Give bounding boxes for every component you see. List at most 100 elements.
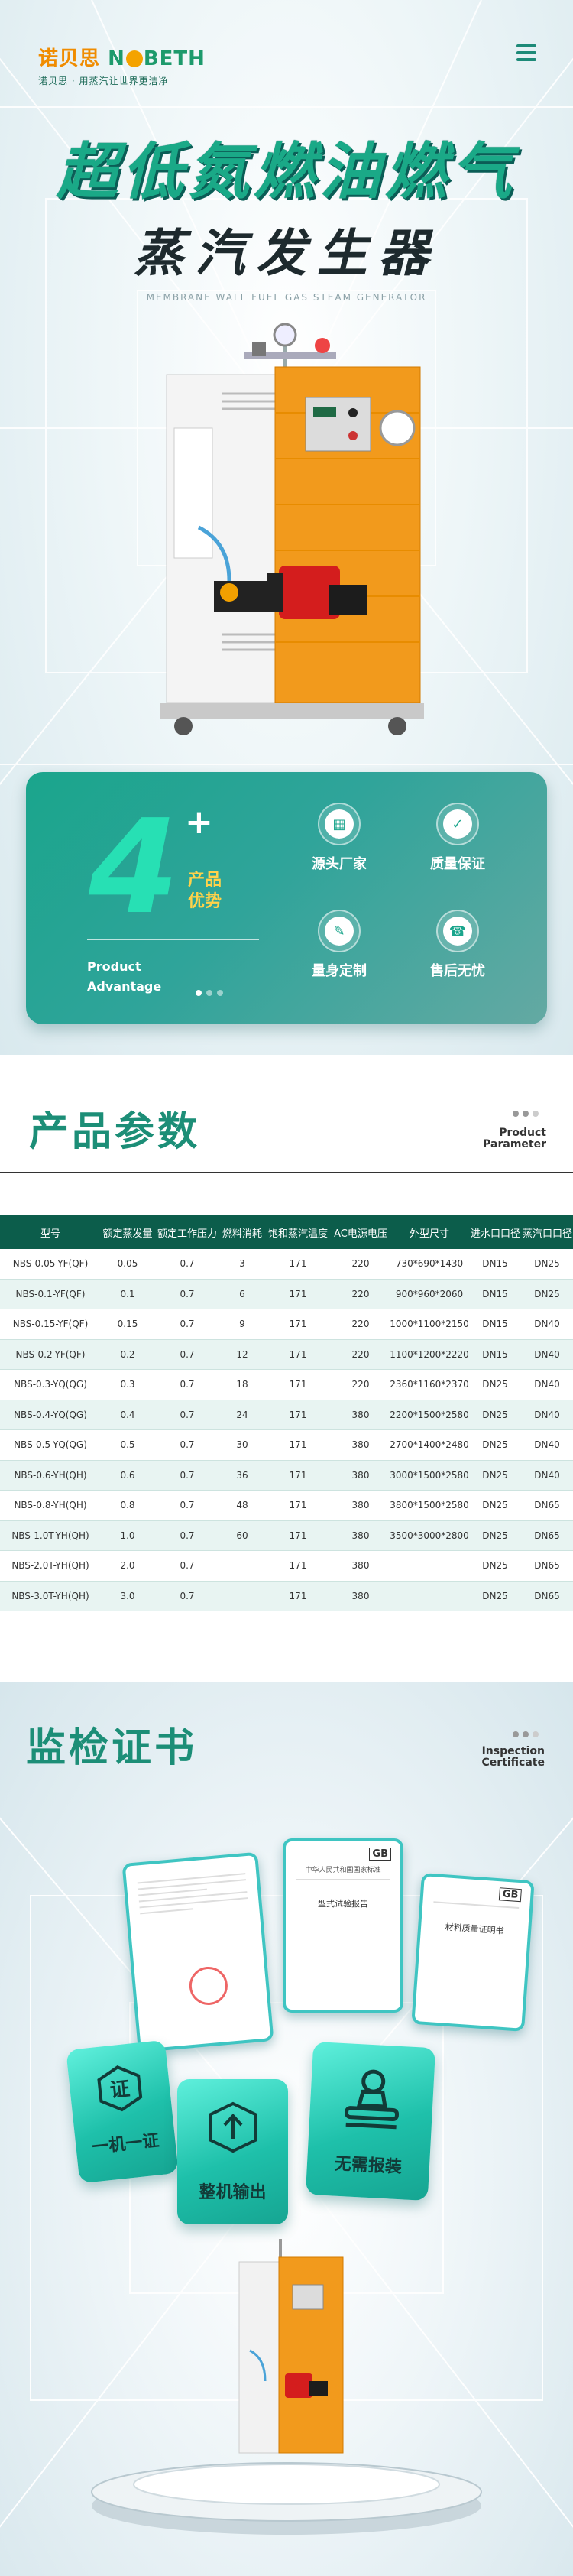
logo-cn: 诺贝思	[38, 47, 101, 70]
table-cell: DN25	[469, 1460, 521, 1491]
table-cell	[220, 1550, 264, 1582]
table-cell: 0.7	[154, 1429, 220, 1461]
table-cell: 171	[264, 1279, 332, 1309]
table-header-cell: AC电源电压	[332, 1215, 390, 1249]
table-cell: 0.7	[154, 1520, 220, 1551]
table-cell: 2.0	[101, 1550, 154, 1582]
table-cell	[390, 1581, 469, 1611]
table-cell: DN25	[469, 1429, 521, 1461]
table-cell: DN40	[521, 1309, 573, 1340]
table-header-cell: 饱和蒸汽温度	[264, 1215, 332, 1249]
table-cell: 24	[220, 1400, 264, 1430]
certificate-section: 监检证书 Inspection Certificate GB 中华人民共和国国家…	[0, 1682, 573, 2576]
package-box-icon	[209, 2101, 257, 2153]
table-cell: 220	[332, 1339, 390, 1370]
page: 诺贝思 N BETH 诺贝思 · 用蒸汽让世界更洁净 超低氮燃油燃气 蒸汽发生器 …	[0, 0, 573, 2576]
table-cell: 2200*1500*2580	[390, 1400, 469, 1430]
table-cell: 171	[264, 1460, 332, 1491]
table-cell: 0.7	[154, 1279, 220, 1309]
table-cell: NBS-1.0T-YH(QH)	[0, 1520, 101, 1551]
table-cell: 0.8	[101, 1490, 154, 1521]
table-cell: NBS-0.15-YF(QF)	[0, 1309, 101, 1340]
service-icon: ☎	[436, 910, 479, 952]
certificate-icon: 证	[97, 2065, 143, 2112]
table-header-cell: 额定蒸发量	[101, 1215, 154, 1249]
table-cell: 3	[220, 1249, 264, 1280]
carousel-dot[interactable]	[217, 990, 223, 996]
table-cell: 0.4	[101, 1400, 154, 1430]
section-dots	[509, 1105, 539, 1120]
certificate-document[interactable]	[121, 1851, 274, 2053]
table-cell: 171	[264, 1581, 332, 1611]
table-cell: 0.2	[101, 1339, 154, 1370]
hamburger-icon[interactable]	[516, 44, 536, 61]
table-cell	[390, 1550, 469, 1582]
table-header-cell: 型号	[0, 1215, 101, 1249]
cert-tile: 无需报装	[305, 2041, 436, 2201]
table-cell: 0.05	[101, 1249, 154, 1280]
table-cell: DN25	[521, 1249, 573, 1280]
table-cell: 0.7	[154, 1249, 220, 1280]
table-cell: NBS-0.2-YF(QF)	[0, 1339, 101, 1370]
table-cell: DN65	[521, 1581, 573, 1611]
table-row: NBS-0.2-YF(QF) 0.2 0.7 12 171 220 1100*1200*22…	[0, 1339, 573, 1370]
table-cell: 1100*1200*2220	[390, 1339, 469, 1370]
carousel-dot[interactable]	[206, 990, 212, 996]
table-row: NBS-0.05-YF(QF) 0.05 0.7 3 171 220 730*690*143…	[0, 1249, 573, 1280]
gb-mark: GB	[369, 1848, 391, 1861]
carousel-dot[interactable]	[196, 990, 202, 996]
advantage-item-label: 源头厂家	[312, 856, 367, 872]
certificate-document[interactable]: GB 中华人民共和国国家标准 型式试验报告	[283, 1838, 403, 2013]
doc-header: 中华人民共和国国家标准	[305, 1867, 381, 1874]
certificate-document[interactable]: GB 材料质量证明书	[411, 1873, 535, 2032]
table-cell: 3800*1500*2580	[390, 1490, 469, 1521]
table-row: NBS-1.0T-YH(QH) 1.0 0.7 60 171 380 3500*3000*2…	[0, 1520, 573, 1551]
table-cell: NBS-0.5-YQ(QG)	[0, 1429, 101, 1461]
carousel-dots[interactable]	[196, 985, 228, 999]
gb-mark: GB	[499, 1887, 522, 1903]
table-cell: 730*690*1430	[390, 1249, 469, 1280]
table-cell: NBS-2.0T-YH(QH)	[0, 1550, 101, 1582]
table-cell: DN40	[521, 1429, 573, 1461]
table-cell: 171	[264, 1339, 332, 1370]
table-row: NBS-3.0T-YH(QH) 3.0 0.7 171 380 DN25 DN65	[0, 1581, 573, 1611]
certs-en-line2: Certificate	[481, 1757, 545, 1769]
advantage-en-line1: Product	[87, 959, 141, 974]
doc-title: 材料质量证明书	[445, 1922, 504, 1936]
brand-logo[interactable]: 诺贝思 N BETH 诺贝思 · 用蒸汽让世界更洁净	[38, 43, 206, 87]
red-seal-icon	[187, 1964, 229, 2007]
table-cell: 220	[332, 1249, 390, 1280]
table-cell: 171	[264, 1550, 332, 1582]
table-cell: 171	[264, 1520, 332, 1551]
table-row: NBS-0.4-YQ(QG) 0.4 0.7 24 171 380 2200*1500*25…	[0, 1400, 573, 1430]
table-cell: DN40	[521, 1339, 573, 1370]
table-cell: DN40	[521, 1369, 573, 1400]
table-cell: 12	[220, 1339, 264, 1370]
table-cell: DN15	[469, 1279, 521, 1309]
table-cell: 0.7	[154, 1339, 220, 1370]
table-cell: DN15	[469, 1249, 521, 1280]
logo-o-mark-icon	[125, 50, 143, 67]
section-divider	[0, 1172, 573, 1173]
table-cell: 3.0	[101, 1581, 154, 1611]
steam-generator-small-image	[238, 2239, 344, 2454]
hero-subtitle-en: MEMBRANE WALL FUEL GAS STEAM GENERATOR	[146, 292, 427, 303]
table-header-cell: 燃料消耗	[220, 1215, 264, 1249]
params-table: 型号 额定蒸发量 额定工作压力 燃料消耗 饱和蒸汽温度 AC电源电压 外型尺寸 进水口口径 蒸汽…	[0, 1215, 573, 1611]
table-cell: DN65	[521, 1520, 573, 1551]
certs-en-line1: Inspection	[481, 1745, 545, 1757]
table-cell: NBS-0.05-YF(QF)	[0, 1249, 101, 1280]
certs-title-en: Inspection Certificate	[458, 1746, 545, 1769]
table-cell: 0.7	[154, 1309, 220, 1340]
cert-tile: 证 一机一证	[66, 2039, 179, 2184]
table-cell: DN25	[469, 1520, 521, 1551]
table-cell: 0.3	[101, 1369, 154, 1400]
table-cell: DN40	[521, 1400, 573, 1430]
brand-slogan: 诺贝思 · 用蒸汽让世界更洁净	[38, 76, 169, 86]
table-cell: 3000*1500*2580	[390, 1460, 469, 1491]
table-row: NBS-0.6-YH(QH) 0.6 0.7 36 171 380 3000*1500*25…	[0, 1460, 573, 1491]
table-cell: DN25	[469, 1581, 521, 1611]
table-cell: 0.7	[154, 1550, 220, 1582]
table-cell: 1000*1100*2150	[390, 1309, 469, 1340]
table-cell: 380	[332, 1520, 390, 1551]
